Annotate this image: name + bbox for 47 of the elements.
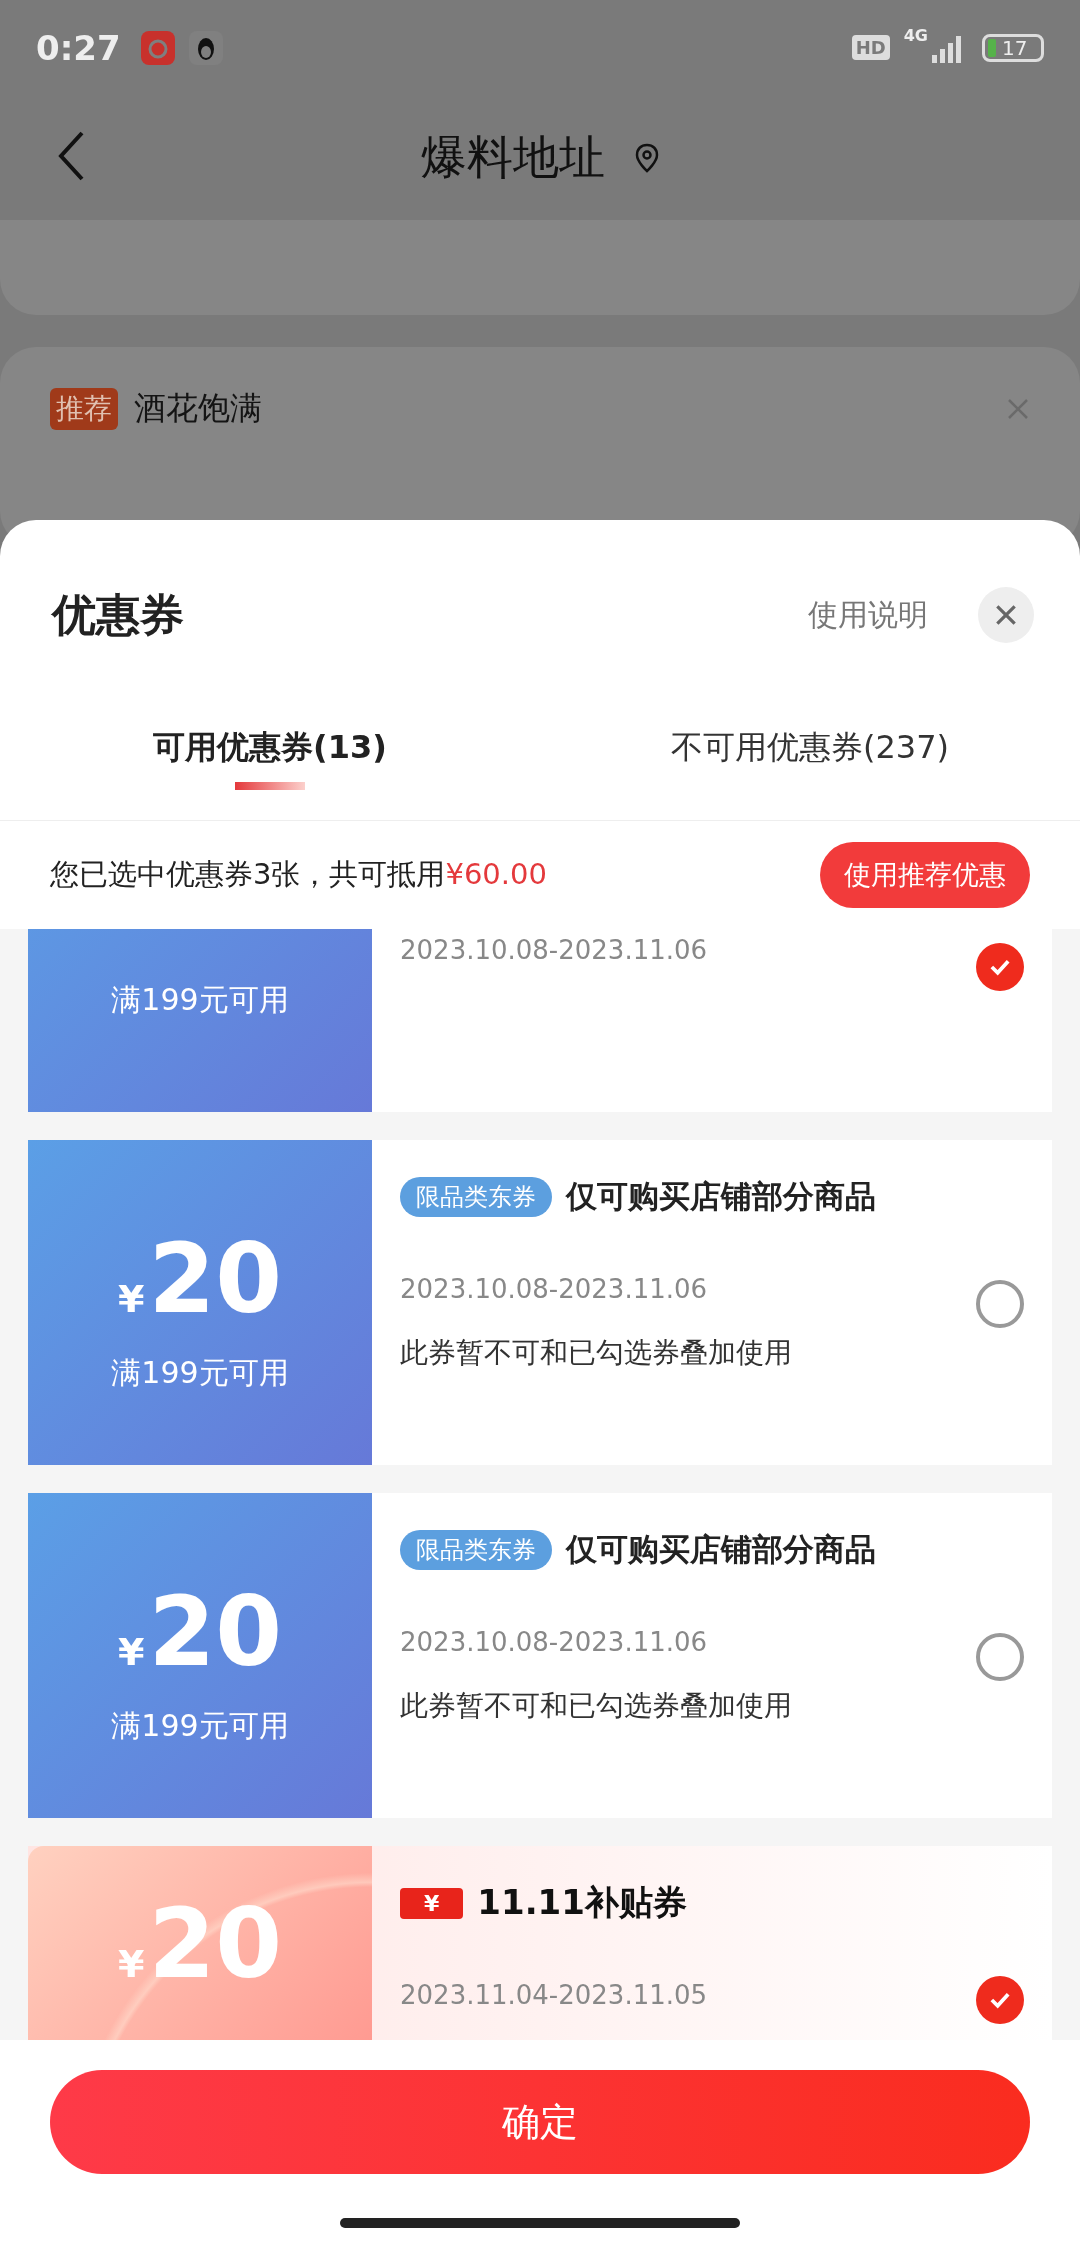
coupon-amount: ¥20	[117, 1896, 282, 1992]
ticket-badge: ¥	[400, 1887, 464, 1919]
validity-date: 2023.10.08-2023.11.06	[400, 1627, 708, 1657]
help-link[interactable]: 使用说明	[808, 594, 928, 636]
checked-icon[interactable]	[976, 1976, 1024, 2024]
coupon-note: 此券暂不可和已勾选券叠加使用	[400, 1335, 792, 1371]
summary-text: 您已选中优惠券3张，共可抵用¥60.00	[50, 856, 548, 893]
app-icon	[140, 30, 175, 65]
coupon-condition: 满199元可用	[111, 1354, 289, 1392]
coupon-note: 此券暂不可和已勾选券叠加使用	[400, 1688, 792, 1724]
sheet-title: 优惠券	[52, 587, 184, 642]
coupon-card[interactable]: ¥20 满199元可用 限品类东券 仅可购买店铺部分商品 2023.10.08-2023.11.06 此券暂不可和已勾选券叠加使用	[28, 1140, 1052, 1465]
product-name: 酒花饱满	[134, 388, 263, 429]
checked-icon[interactable]	[976, 943, 1024, 991]
category-tag: 限品类东券	[400, 1530, 552, 1570]
clock: 0:27	[36, 27, 121, 68]
close-button[interactable]	[978, 587, 1034, 643]
confirm-button[interactable]: 确定	[50, 2070, 1030, 2174]
coupon-condition: 满199元可用	[111, 1707, 289, 1745]
tab[interactable]: 可用优惠券(13)	[153, 726, 387, 770]
recommend-button[interactable]: 使用推荐优惠	[820, 842, 1030, 908]
coupon-card[interactable]: ¥20 满199元可用 限品类东券 仅可购买店铺部分商品 2023.10.08-2023.11.06 此券暂不可和已勾选券叠加使用	[28, 1493, 1052, 1818]
validity-date: 2023.11.04-2023.11.05	[400, 1980, 708, 2010]
tab[interactable]: 不可用优惠券(237)	[670, 726, 949, 770]
coupon-card[interactable]: 满199元可用 2023.10.08-2023.11.06	[28, 929, 1052, 1112]
coupon-condition: 满199元可用	[111, 981, 289, 1019]
location-pin-icon	[635, 142, 659, 173]
coupon-amount: ¥20	[117, 1584, 282, 1680]
radio-button[interactable]	[976, 1280, 1024, 1328]
coupon-title: 仅可购买店铺部分商品	[566, 1530, 876, 1569]
back-icon[interactable]	[56, 129, 86, 183]
recommend-tag: 推荐	[50, 388, 118, 430]
coupon-title: 仅可购买店铺部分商品	[566, 1177, 876, 1216]
tab-indicator	[235, 782, 305, 790]
close-icon	[993, 602, 1019, 628]
battery-icon: 17	[982, 33, 1044, 62]
coupon-amount: ¥20	[117, 1231, 282, 1327]
network-label: 4G	[903, 26, 928, 45]
radio-button[interactable]	[976, 1633, 1024, 1681]
hd-badge: HD	[851, 35, 890, 60]
coupon-title: 11.11补贴券	[477, 1881, 687, 1924]
page-title: 爆料地址	[421, 128, 605, 186]
coupon-card[interactable]: ¥20 ¥ 11.11补贴券 2023.11.04-2023.11.05	[28, 1846, 1052, 2040]
validity-date: 2023.10.08-2023.11.06	[400, 935, 708, 965]
validity-date: 2023.10.08-2023.11.06	[400, 1274, 708, 1304]
category-tag: 限品类东券	[400, 1177, 552, 1217]
app-icon	[188, 30, 223, 65]
